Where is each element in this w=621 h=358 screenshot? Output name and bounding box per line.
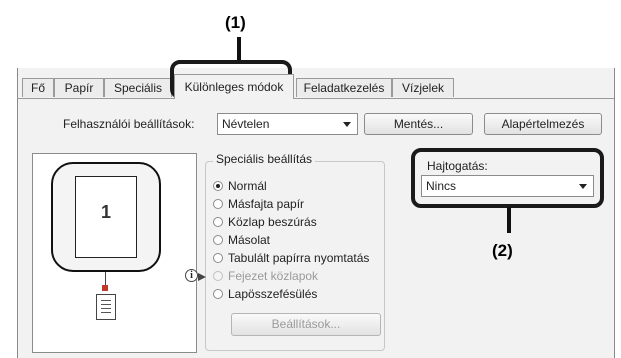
settings-button: Beállítások...: [231, 313, 381, 336]
tab-special-modes[interactable]: Különleges módok: [174, 74, 294, 99]
user-settings-value: Névtelen: [222, 117, 270, 131]
chevron-down-icon: [343, 122, 351, 127]
radio-normal[interactable]: [213, 181, 223, 191]
preview-page-number: 1: [100, 202, 111, 222]
option-chapter-inserts-label: Fejezet közlapok: [228, 269, 319, 283]
callout-2-highlight: [411, 148, 604, 208]
info-pointer-icon: [198, 273, 206, 281]
option-copy[interactable]: Másolat: [213, 232, 270, 248]
radio-tab-paper[interactable]: [213, 253, 223, 263]
layout-preview: 1: [32, 153, 197, 353]
tab-job-handling[interactable]: Feladatkezelés: [296, 78, 392, 97]
tab-advanced[interactable]: Speciális: [104, 78, 172, 97]
callout-2-pointer: [507, 207, 511, 233]
option-tab-paper[interactable]: Tabulált papírra nyomtatás: [213, 250, 369, 266]
option-normal-label: Normál: [228, 179, 267, 193]
info-icon: i: [185, 269, 198, 282]
special-settings-title: Speciális beállítás: [213, 152, 316, 166]
option-other-paper[interactable]: Másfajta papír: [213, 196, 304, 212]
callout-1-label: (1): [225, 13, 246, 32]
option-copy-label: Másolat: [228, 233, 271, 247]
radio-collate[interactable]: [213, 289, 223, 299]
option-insert-sheet[interactable]: Közlap beszúrás: [213, 214, 317, 230]
preview-connector-dot: [102, 285, 108, 291]
callout-2-label: (2): [492, 241, 513, 260]
tab-panel-border: [17, 98, 614, 99]
user-settings-label: Felhasználói beállítások:: [63, 117, 195, 131]
option-tab-paper-label: Tabulált papírra nyomtatás: [228, 251, 370, 265]
default-button[interactable]: Alapértelmezés: [484, 113, 602, 135]
option-insert-sheet-label: Közlap beszúrás: [228, 215, 317, 229]
option-chapter-inserts: Fejezet közlapok: [213, 268, 318, 284]
tab-strip: Fő Papír Speciális Különleges módok Fela…: [17, 74, 613, 99]
save-button[interactable]: Mentés...: [364, 113, 473, 135]
radio-chapter-inserts: [213, 271, 223, 281]
option-collate[interactable]: Lapösszefésülés: [213, 286, 317, 302]
tab-watermarks[interactable]: Vízjelek: [392, 78, 454, 97]
radio-insert-sheet[interactable]: [213, 217, 223, 227]
document-icon: [96, 294, 116, 320]
option-normal[interactable]: Normál: [213, 178, 267, 194]
radio-other-paper[interactable]: [213, 199, 223, 209]
user-settings-dropdown[interactable]: Névtelen: [217, 113, 358, 135]
tab-paper[interactable]: Papír: [54, 78, 104, 97]
radio-copy[interactable]: [213, 235, 223, 245]
option-other-paper-label: Másfajta papír: [228, 197, 305, 211]
tab-main[interactable]: Fő: [22, 78, 54, 97]
option-collate-label: Lapösszefésülés: [228, 287, 318, 301]
